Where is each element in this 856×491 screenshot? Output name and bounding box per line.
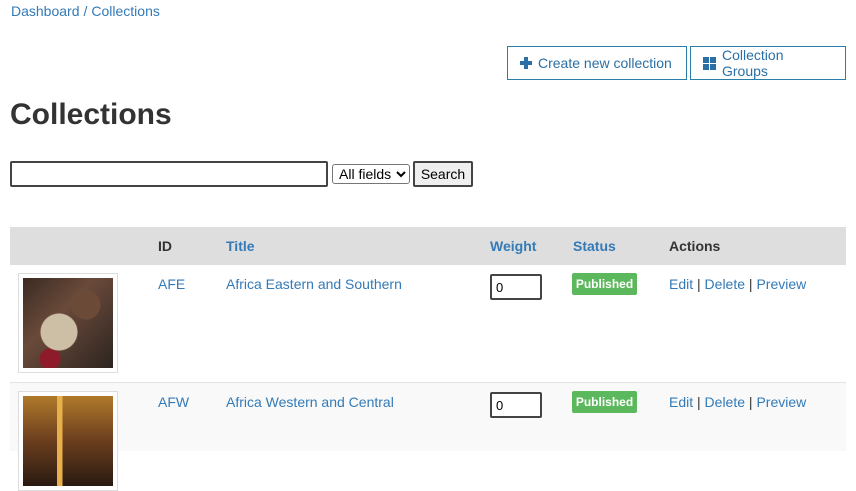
row-title[interactable]: Africa Eastern and Southern [226, 276, 402, 292]
row-id[interactable]: AFE [158, 276, 185, 292]
edit-link[interactable]: Edit [669, 276, 693, 292]
search-field-select[interactable]: All fields [332, 164, 410, 184]
column-header-actions: Actions [669, 238, 721, 254]
search-button[interactable]: Search [413, 161, 473, 187]
collection-groups-button[interactable]: Collection Groups [690, 46, 846, 80]
column-header-weight[interactable]: Weight [490, 238, 536, 254]
create-collection-label: Create new collection [538, 55, 672, 71]
breadcrumb-dashboard-link[interactable]: Dashboard [11, 3, 80, 19]
row-actions: Edit | Delete | Preview [669, 276, 806, 292]
grid-icon [703, 56, 716, 70]
preview-link[interactable]: Preview [756, 276, 806, 292]
preview-link[interactable]: Preview [756, 394, 806, 410]
action-separator: | [697, 276, 701, 292]
create-collection-button[interactable]: Create new collection [507, 46, 687, 80]
column-header-title[interactable]: Title [226, 238, 255, 254]
status-badge: Published [572, 273, 637, 295]
status-badge: Published [572, 391, 637, 413]
collection-groups-label: Collection Groups [722, 47, 784, 79]
row-title[interactable]: Africa Western and Central [226, 394, 394, 410]
action-separator: | [748, 394, 753, 410]
breadcrumb-separator: / [83, 3, 88, 19]
weight-input[interactable] [490, 274, 542, 300]
page-title: Collections [10, 98, 172, 131]
action-separator: | [748, 276, 753, 292]
plus-icon [520, 57, 532, 69]
row-actions: Edit | Delete | Preview [669, 394, 806, 410]
delete-link[interactable]: Delete [705, 276, 745, 292]
table-row: AFE Africa Eastern and Southern Publishe… [10, 265, 846, 382]
table-header: ID Title Weight Status Actions [10, 227, 846, 265]
action-separator: | [697, 394, 701, 410]
edit-link[interactable]: Edit [669, 394, 693, 410]
breadcrumb-collections-link[interactable]: Collections [91, 3, 159, 19]
row-id[interactable]: AFW [158, 394, 189, 410]
collection-thumbnail [18, 391, 118, 491]
table-row: AFW Africa Western and Central Published… [10, 382, 846, 491]
column-header-status[interactable]: Status [573, 238, 616, 254]
weight-input[interactable] [490, 392, 542, 418]
breadcrumb: Dashboard / Collections [11, 3, 160, 19]
collection-thumbnail [18, 273, 118, 373]
delete-link[interactable]: Delete [705, 394, 745, 410]
column-header-id: ID [158, 238, 172, 254]
search-input[interactable] [10, 161, 328, 187]
